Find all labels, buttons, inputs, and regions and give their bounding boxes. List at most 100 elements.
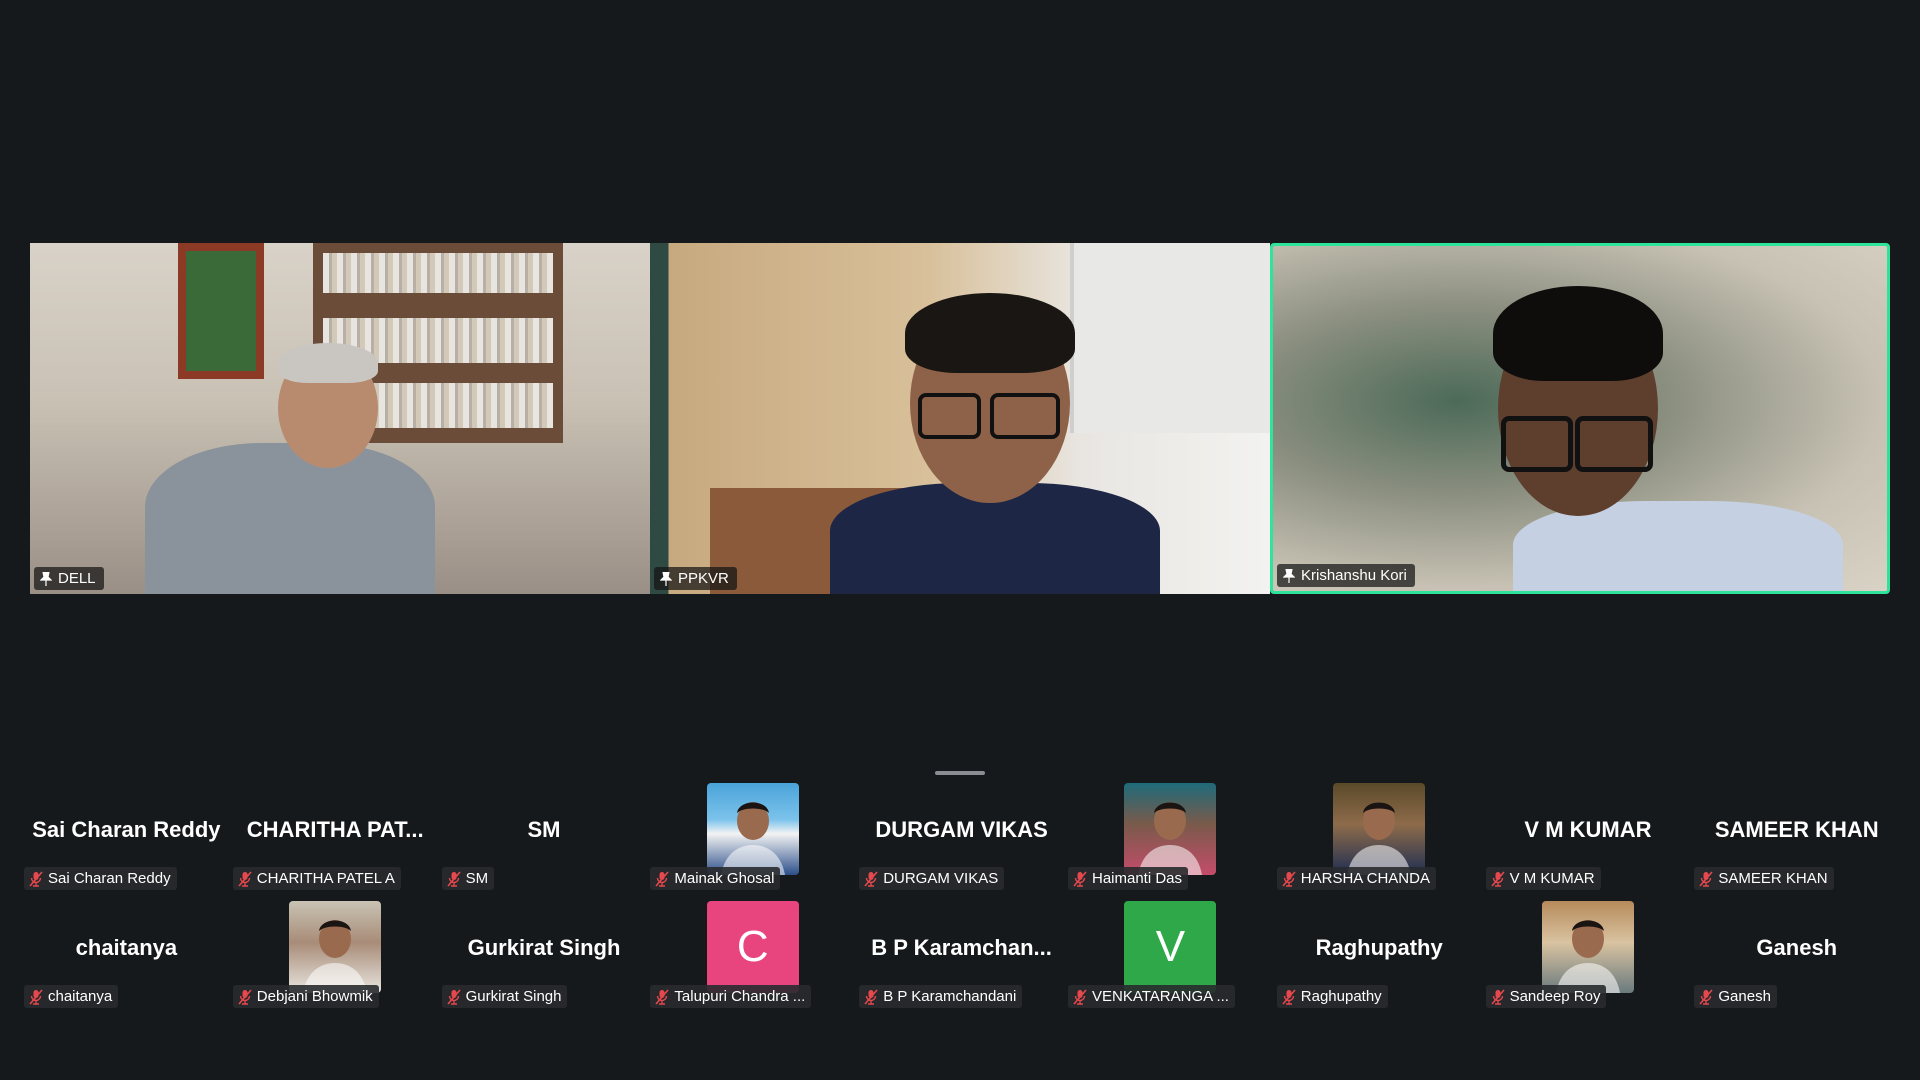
participant-name: CHARITHA PATEL A [256,870,395,887]
scene-books [323,253,553,293]
avatar-face [720,802,785,875]
participant-tile[interactable]: Sai Charan Reddy Sai Charan Reddy [22,783,231,901]
muted-mic-icon [29,988,43,1005]
participant-tile[interactable]: DURGAM VIKAS DURGAM VIKAS [857,783,1066,901]
participant-name-tag: Debjani Bhowmik [232,985,379,1008]
video-tile-ppkvr[interactable]: PPKVR [650,243,1270,594]
video-tile-krishanshu-kori[interactable]: Krishanshu Kori [1270,243,1890,594]
muted-mic-icon [1490,870,1505,887]
participant-tile[interactable]: B P Karamchan... B P Karamchandani [857,901,1066,1019]
participant-tile[interactable]: V VENKATARANGA ... [1066,901,1275,1019]
participant-name: B P Karamchandani [883,988,1017,1005]
avatar-face [1555,920,1620,993]
meeting-window: DELL PPKVR Krishanshu Kori Sai Charan Re… [0,0,1920,1080]
participant-display-name: Ganesh [1756,935,1838,960]
speaker-name-tag: PPKVR [654,567,737,590]
muted-mic-icon [864,988,878,1005]
participant-name-tag: Raghupathy [1276,985,1388,1008]
avatar-face [303,920,368,993]
participant-name: DURGAM VIKAS [883,870,999,887]
muted-mic-icon [446,988,461,1005]
scene-cabinet [1070,243,1270,433]
participant-tile[interactable]: Ganesh Ganesh [1692,901,1901,1019]
avatar [706,783,799,875]
participant-name-tag: VENKATARANGA ... [1067,985,1235,1008]
participant-display-name: DURGAM VIKAS [875,817,1048,842]
person-body [1513,501,1843,591]
participant-name: VENKATARANGA ... [1091,988,1229,1005]
participant-name: Sandeep Roy [1509,988,1601,1005]
avatar-letter: V [1124,901,1217,993]
participant-display-name: Raghupathy [1315,935,1443,960]
participant-name-tag: Gurkirat Singh [441,985,568,1008]
participant-display-name: Sai Charan Reddy [32,817,221,842]
muted-mic-icon [1699,870,1713,887]
participant-tile[interactable]: HARSHA CHANDA [1275,783,1484,901]
avatar-face [1138,802,1203,875]
participant-name: Mainak Ghosal [674,870,775,887]
participant-name: Talupuri Chandra ... [674,988,806,1005]
participant-tile[interactable]: V M KUMAR V M KUMAR [1484,783,1693,901]
participant-name: Debjani Bhowmik [256,988,373,1005]
participant-tile[interactable]: SM SM [440,783,649,901]
participant-name: chaitanya [48,988,113,1005]
participant-name-tag: SM [441,867,495,890]
scene-window [178,243,264,379]
participant-display-name: CHARITHA PAT... [246,817,424,842]
participant-name-tag: CHARITHA PATEL A [232,867,401,890]
participant-name-tag: Mainak Ghosal [650,867,781,890]
participant-tile[interactable]: SAMEER KHAN SAMEER KHAN [1692,783,1901,901]
avatar [1541,901,1634,993]
participant-name-tag: chaitanya [24,985,119,1008]
participant-name-tag: Talupuri Chandra ... [650,985,812,1008]
participant-name-tag: B P Karamchandani [859,985,1023,1008]
muted-mic-icon [238,870,252,887]
participant-name-tag: Sai Charan Reddy [24,867,177,890]
participant-name: HARSHA CHANDA [1300,870,1430,887]
participant-tile[interactable]: CHARITHA PAT... CHARITHA PATEL A [231,783,440,901]
participant-display-name: Gurkirat Singh [467,935,621,960]
gallery-resize-handle[interactable] [935,771,985,775]
muted-mic-icon [446,870,461,887]
participant-tile[interactable]: Debjani Bhowmik [231,901,440,1019]
video-tile-dell[interactable]: DELL [30,243,650,594]
person-glasses [1501,416,1573,472]
avatar [1124,783,1217,875]
participant-tile[interactable]: Raghupathy Raghupathy [1275,901,1484,1019]
participant-name: Sai Charan Reddy [48,870,171,887]
participant-name: V M KUMAR [1509,870,1595,887]
participant-tile[interactable]: chaitanya chaitanya [22,901,231,1019]
muted-mic-icon [1490,988,1505,1005]
avatar-face [1347,802,1412,875]
participant-name: Ganesh [1718,988,1771,1005]
person-glasses [990,393,1060,439]
participant-tile[interactable]: Sandeep Roy [1484,901,1693,1019]
pin-icon [1283,568,1295,583]
person-body [145,443,435,594]
participant-name-tag: Sandeep Roy [1485,985,1607,1008]
pin-icon [660,571,672,586]
participant-display-name: SM [527,817,561,842]
participant-tile[interactable]: Gurkirat Singh Gurkirat Singh [440,901,649,1019]
speaker-name: PPKVR [678,570,729,587]
muted-mic-icon [238,988,252,1005]
participant-tile[interactable]: C Talupuri Chandra ... [648,901,857,1019]
muted-mic-icon [1699,988,1713,1005]
muted-mic-icon [655,988,669,1005]
participant-name: Raghupathy [1300,988,1382,1005]
participant-name-tag: HARSHA CHANDA [1276,867,1436,890]
muted-mic-icon [864,870,878,887]
participant-name-tag: SAMEER KHAN [1694,867,1834,890]
speaker-name: Krishanshu Kori [1301,567,1407,584]
participant-name: Haimanti Das [1091,870,1183,887]
muted-mic-icon [1073,988,1087,1005]
person-hair [1493,286,1663,381]
participant-name: SM [465,870,489,887]
participant-tile[interactable]: Mainak Ghosal [648,783,857,901]
participant-name-tag: Ganesh [1694,985,1777,1008]
pinned-video-row: DELL PPKVR Krishanshu Kori [30,243,1892,594]
participant-name-tag: Haimanti Das [1067,867,1189,890]
person-glasses [1575,416,1653,472]
participant-tile[interactable]: Haimanti Das [1066,783,1275,901]
person-glasses [918,393,981,439]
